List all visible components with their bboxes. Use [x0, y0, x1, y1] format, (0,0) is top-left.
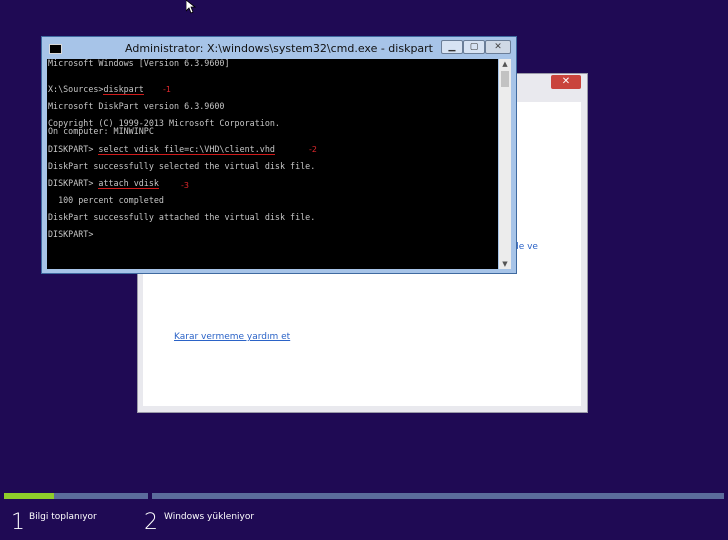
console-line: DISKPART> attach vdisk — [48, 178, 159, 189]
help-decide-link[interactable]: Karar vermeme yardım et — [174, 332, 290, 342]
step-1-number: 1 — [11, 510, 25, 535]
progress-fill — [4, 493, 55, 499]
command-diskpart: diskpart — [103, 84, 144, 95]
prompt: X:\Sources> — [48, 84, 104, 94]
setup-close-button[interactable]: ✕ — [551, 75, 581, 89]
close-button[interactable]: ✕ — [485, 40, 511, 54]
prompt: DISKPART> — [48, 178, 99, 188]
console-line: On computer: MINWINPC — [48, 126, 154, 136]
close-icon: ✕ — [494, 42, 502, 52]
minimize-button[interactable]: ▁ — [441, 40, 463, 54]
maximize-button[interactable]: ▢ — [463, 40, 485, 54]
step-1-label: Bilgi toplanıyor — [29, 512, 97, 522]
console-line: Microsoft DiskPart version 6.3.9600 — [48, 101, 225, 111]
setup-progress-bar — [4, 493, 724, 499]
progress-segment-2 — [152, 493, 724, 499]
console-line: DiskPart successfully selected the virtu… — [48, 161, 316, 171]
command-attach-vdisk: attach vdisk — [98, 178, 159, 189]
command-select-vdisk: select vdisk file=c:\VHD\client.vhd — [98, 144, 275, 155]
console-line: Microsoft Windows [Version 6.3.9600] — [48, 59, 230, 68]
progress-segment-1 — [4, 493, 148, 499]
annotation-2: -2 — [309, 145, 317, 154]
scroll-up-icon[interactable]: ▲ — [499, 59, 511, 69]
console-output[interactable]: Microsoft Windows [Version 6.3.9600] X:\… — [47, 59, 498, 269]
minimize-icon: ▁ — [448, 42, 456, 52]
console-line: DISKPART> — [48, 229, 94, 239]
scrollbar-thumb[interactable] — [501, 71, 509, 87]
mouse-pointer-icon — [186, 0, 197, 14]
console-line: DiskPart successfully attached the virtu… — [48, 212, 316, 222]
annotation-1: -1 — [163, 85, 171, 94]
vertical-scrollbar[interactable]: ▲ ▼ — [499, 59, 511, 269]
maximize-icon: ▢ — [469, 42, 479, 52]
close-icon: ✕ — [561, 76, 571, 87]
prompt: DISKPART> — [48, 144, 99, 154]
console-line: 100 percent completed — [48, 195, 164, 205]
cmd-window[interactable]: Administrator: X:\windows\system32\cmd.e… — [41, 36, 517, 274]
cmd-titlebar[interactable]: Administrator: X:\windows\system32\cmd.e… — [42, 37, 516, 59]
scroll-down-icon[interactable]: ▼ — [499, 259, 511, 269]
console-line: DISKPART> select vdisk file=c:\VHD\clien… — [48, 144, 275, 155]
console-line: X:\Sources>diskpart — [48, 84, 144, 95]
step-2-number: 2 — [144, 510, 158, 535]
step-2-label: Windows yükleniyor — [164, 512, 255, 522]
annotation-3: -3 — [181, 181, 189, 190]
